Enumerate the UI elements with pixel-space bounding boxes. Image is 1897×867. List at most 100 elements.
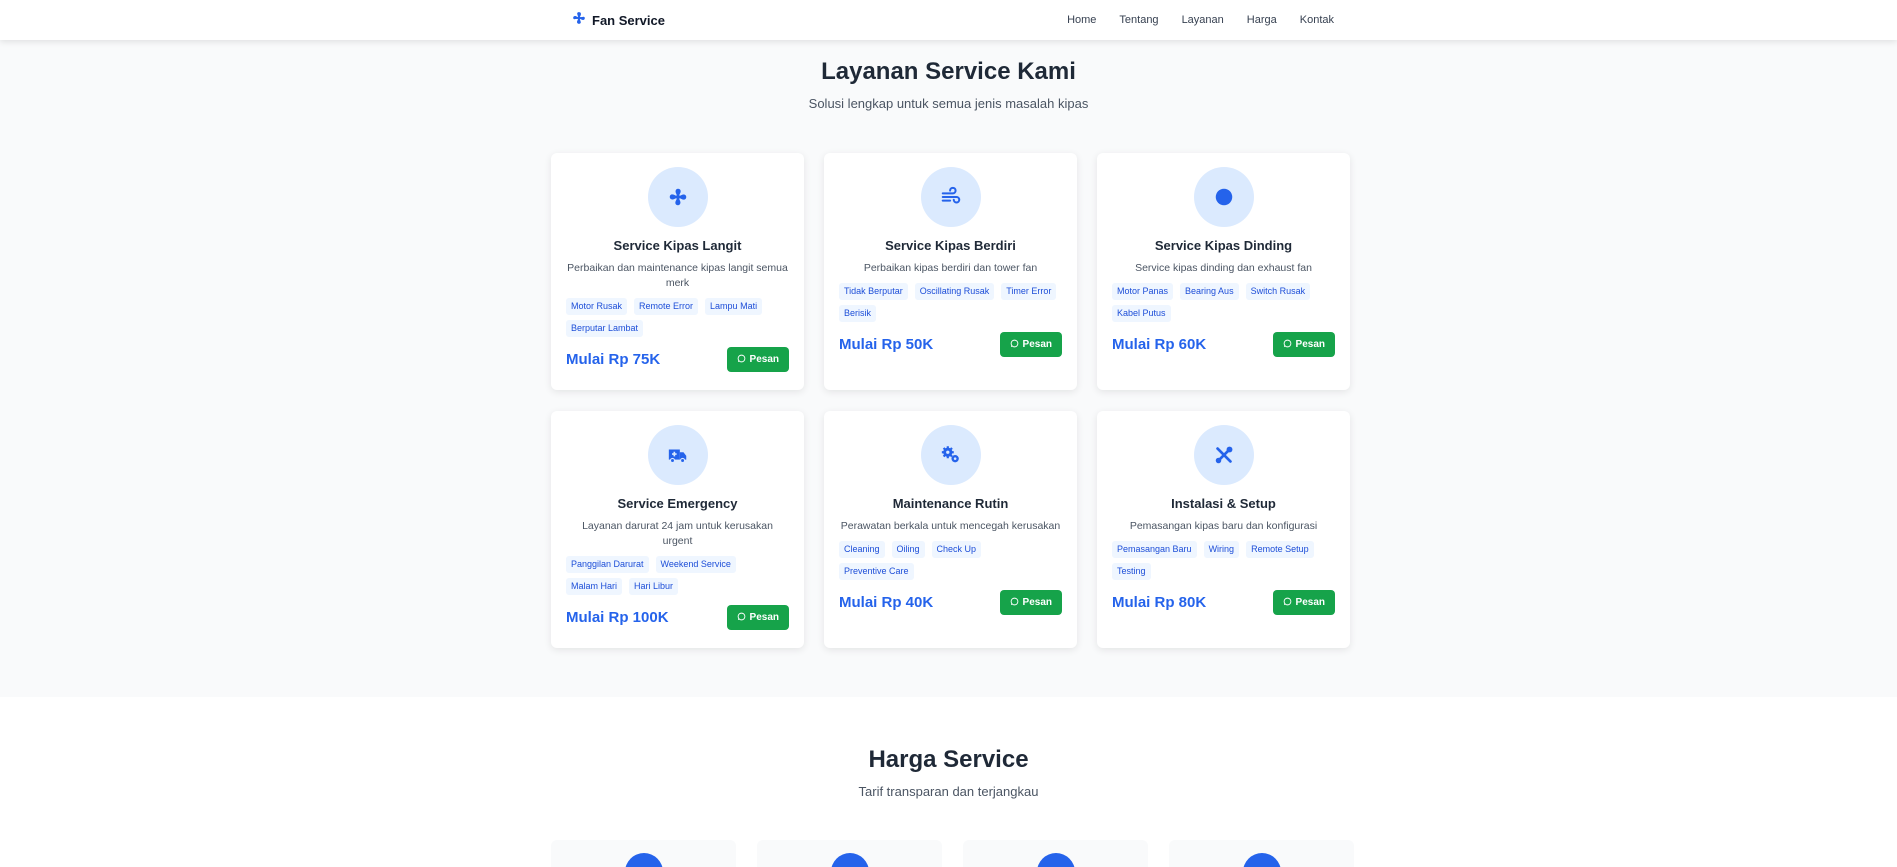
pricing-cards [551,840,1354,867]
card-description: Service kipas dinding dan exhaust fan [1135,262,1312,274]
services-grid: Service Kipas Langit Perbaikan dan maint… [551,153,1350,648]
wind-icon [920,167,981,227]
brand-name: Fan Service [592,13,665,28]
card-footer: Mulai Rp 40K Pesan [839,590,1062,615]
price: Mulai Rp 40K [839,594,934,611]
card-title: Service Kipas Langit [613,238,742,253]
order-button-label: Pesan [749,354,779,365]
order-button-label: Pesan [1295,339,1325,350]
service-card: Service Kipas Dinding Service kipas dind… [1097,153,1350,390]
fan-icon [647,167,708,227]
tag-list: Pemasangan Baru Wiring Remote Setup Test… [1112,541,1335,580]
pricing-card [551,840,736,867]
service-card: Maintenance Rutin Perawatan berkala untu… [824,411,1077,648]
services-title: Layanan Service Kami [821,58,1076,85]
card-description: Pemasangan kipas baru dan konfigurasi [1129,520,1318,532]
tag: Hari Libur [629,578,679,595]
order-button[interactable]: Pesan [1272,590,1335,615]
circle-icon [1193,167,1254,227]
nav-link-harga[interactable]: Harga [1247,14,1277,26]
tools-icon [1193,425,1254,485]
tag-list: Cleaning Oiling Check Up Preventive Care [839,541,1062,580]
tag-list: Motor Panas Bearing Aus Switch Rusak Kab… [1112,283,1335,322]
card-footer: Mulai Rp 50K Pesan [839,332,1062,357]
tag-list: Tidak Berputar Oscillating Rusak Timer E… [839,283,1062,322]
price: Mulai Rp 60K [1112,336,1207,353]
tag: Panggilan Darurat [566,556,649,573]
pricing-card-icon [831,853,869,867]
pricing-card-icon [625,853,663,867]
pricing-title: Harga Service [868,746,1029,773]
tag: Motor Panas [1112,283,1174,300]
tag: Weekend Service [655,556,736,573]
card-title: Instalasi & Setup [1171,496,1276,511]
price: Mulai Rp 100K [566,609,669,626]
service-card: Service Kipas Langit Perbaikan dan maint… [551,153,804,390]
tag: Remote Setup [1246,541,1314,558]
tag: Switch Rusak [1245,283,1311,300]
pricing-section: Harga Service Tarif transparan dan terja… [0,697,1897,867]
tag: Pemasangan Baru [1112,541,1197,558]
card-description: Layanan darurat 24 jam untuk kerusakan u… [582,520,773,547]
whatsapp-icon [737,354,746,366]
tag: Check Up [931,541,982,558]
order-button-label: Pesan [1295,597,1325,608]
tag: Berisik [839,305,877,322]
pricing-subtitle: Tarif transparan dan terjangkau [858,784,1039,799]
whatsapp-icon [737,612,746,624]
service-card: Service Kipas Berdiri Perbaikan kipas be… [824,153,1077,390]
nav-link-home[interactable]: Home [1067,14,1096,26]
pricing-card-icon [1037,853,1075,867]
card-title: Service Kipas Dinding [1154,238,1293,253]
tag: Tidak Berputar [839,283,908,300]
order-button-label: Pesan [749,612,779,623]
tag: Testing [1112,563,1151,580]
pricing-card-icon [1243,853,1281,867]
pricing-card [1169,840,1354,867]
whatsapp-icon [1283,597,1292,609]
tag-list: Motor Rusak Remote Error Lampu Mati Berp… [566,298,789,337]
tag: Cleaning [839,541,885,558]
card-footer: Mulai Rp 60K Pesan [1112,332,1335,357]
card-footer: Mulai Rp 75K Pesan [566,347,789,372]
gears-icon [920,425,981,485]
tag: Oiling [891,541,925,558]
navbar: Fan Service Home Tentang Layanan Harga K… [0,0,1897,40]
tag: Kabel Putus [1112,305,1171,322]
pricing-card [963,840,1148,867]
tag: Remote Error [634,298,699,315]
tag-list: Panggilan Darurat Weekend Service Malam … [566,556,789,595]
services-subtitle: Solusi lengkap untuk semua jenis masalah… [808,96,1089,111]
order-button[interactable]: Pesan [999,332,1062,357]
nav-links: Home Tentang Layanan Harga Kontak [1067,14,1334,26]
order-button[interactable]: Pesan [726,605,789,630]
price: Mulai Rp 50K [839,336,934,353]
tag: Wiring [1203,541,1240,558]
pricing-card [757,840,942,867]
tag: Motor Rusak [566,298,628,315]
whatsapp-icon [1010,597,1019,609]
order-button-label: Pesan [1022,597,1052,608]
brand-logo[interactable]: Fan Service [572,11,665,30]
nav-link-layanan[interactable]: Layanan [1182,14,1224,26]
price: Mulai Rp 80K [1112,594,1207,611]
order-button-label: Pesan [1022,339,1052,350]
tag: Timer Error [1001,283,1057,300]
order-button[interactable]: Pesan [999,590,1062,615]
tag: Bearing Aus [1180,283,1239,300]
card-title: Service Kipas Berdiri [885,238,1016,253]
whatsapp-icon [1010,339,1019,351]
nav-link-tentang[interactable]: Tentang [1119,14,1158,26]
tag: Preventive Care [839,563,914,580]
order-button[interactable]: Pesan [726,347,789,372]
tag: Berputar Lambat [566,320,644,337]
card-description: Perbaikan kipas berdiri dan tower fan [863,262,1038,274]
order-button[interactable]: Pesan [1272,332,1335,357]
nav-link-kontak[interactable]: Kontak [1300,14,1334,26]
tag: Oscillating Rusak [914,283,995,300]
card-description: Perbaikan dan maintenance kipas langit s… [567,262,788,289]
tag: Malam Hari [566,578,623,595]
price: Mulai Rp 75K [566,351,661,368]
whatsapp-icon [1283,339,1292,351]
service-card: Instalasi & Setup Pemasangan kipas baru … [1097,411,1350,648]
